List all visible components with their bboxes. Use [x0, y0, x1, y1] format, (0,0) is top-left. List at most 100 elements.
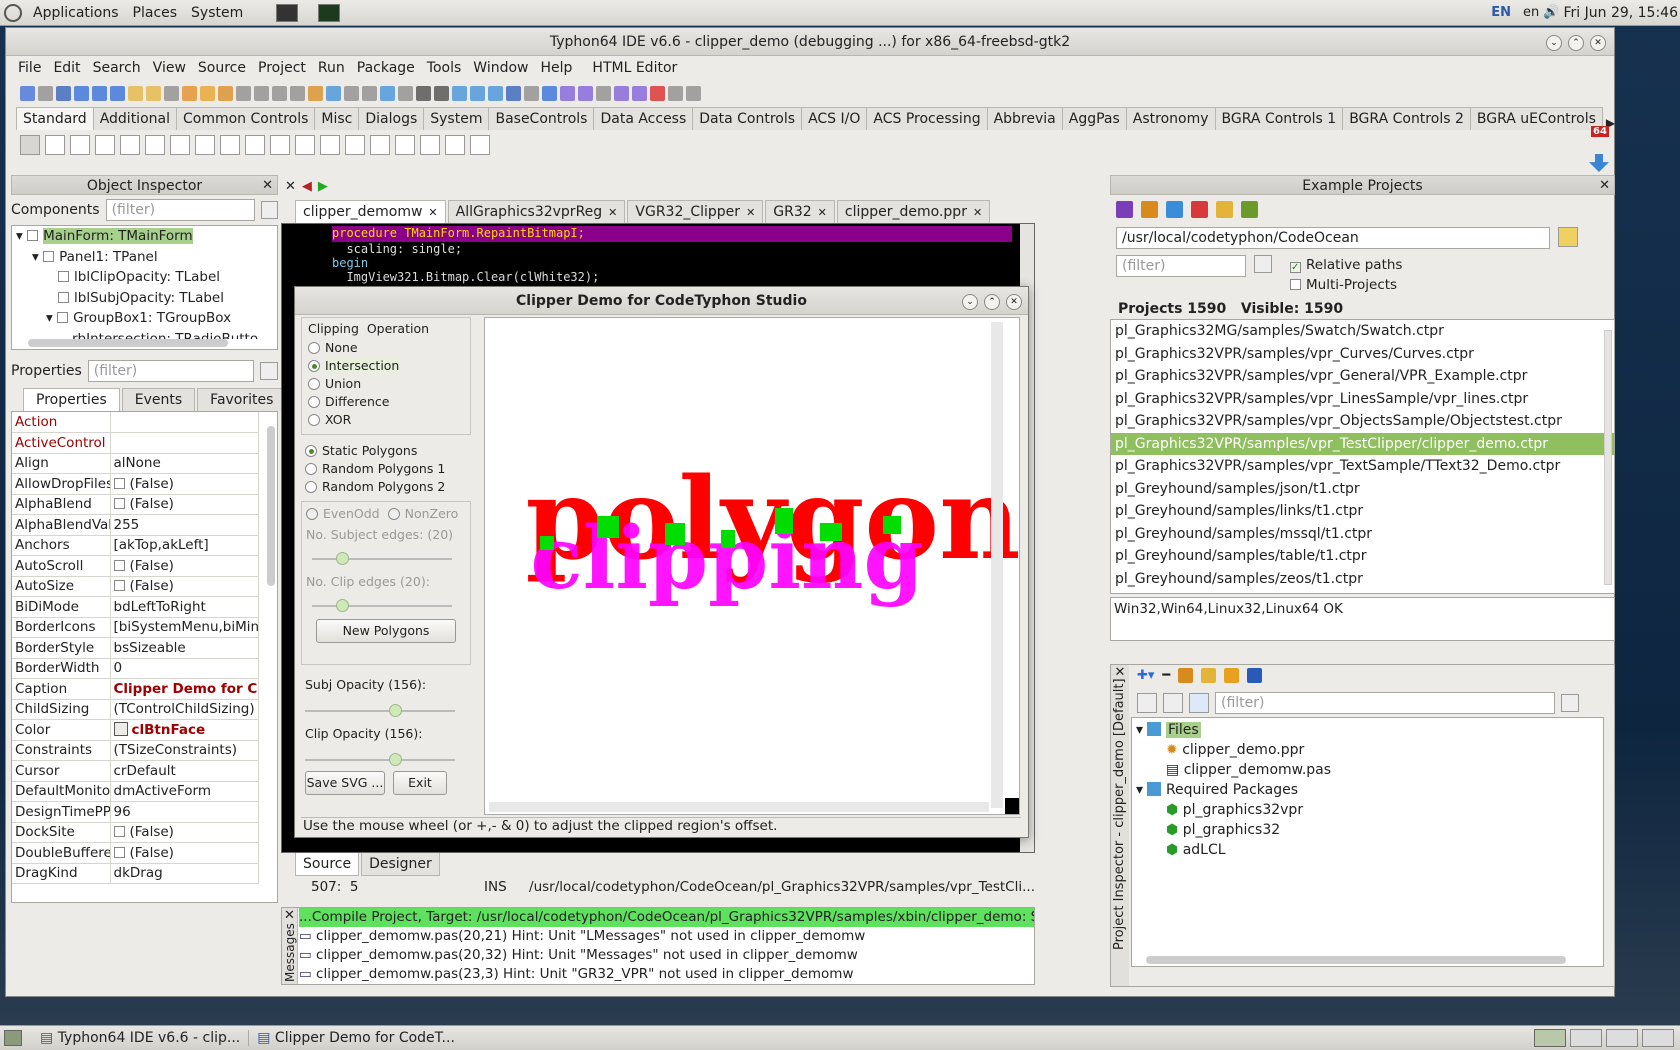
menu-package[interactable]: Package	[351, 60, 421, 76]
property-value[interactable]: 0	[110, 658, 259, 679]
image-vscrollbar[interactable]	[991, 322, 1003, 808]
radio-union[interactable]: Union	[308, 376, 464, 394]
project-item[interactable]: pl_Greyhound/samples/links/t1.ctpr	[1111, 500, 1614, 523]
property-value[interactable]: dkDrag	[110, 863, 259, 884]
property-value[interactable]: clBtnFace	[110, 719, 259, 741]
exit-button[interactable]: Exit	[393, 771, 447, 795]
show-desktop-icon[interactable]	[4, 1030, 22, 1046]
tab-close-icon[interactable]: ✕	[608, 206, 617, 219]
keyboard-layout[interactable]: EN	[1491, 5, 1511, 20]
property-value[interactable]: [biSystemMenu,biMini	[110, 617, 259, 638]
oi-close-icon[interactable]: ✕	[262, 176, 273, 196]
workspace-1[interactable]	[1534, 1029, 1566, 1047]
property-row[interactable]: Anchors [akTop,akLeft]	[12, 535, 259, 556]
tab-favorites[interactable]: Favorites	[197, 388, 287, 411]
package-icon[interactable]	[128, 85, 143, 101]
property-value[interactable]	[110, 432, 259, 454]
stop-debug-icon[interactable]	[632, 85, 647, 101]
property-checkbox[interactable]: (False)	[113, 578, 174, 594]
property-row[interactable]: DoubleBuffere (False)	[12, 842, 259, 864]
subj-opacity-slider[interactable]	[305, 704, 455, 717]
component-toggle-box-icon[interactable]	[195, 135, 215, 155]
property-checkbox[interactable]: (False)	[113, 496, 174, 512]
component-main-menu-icon[interactable]	[45, 135, 65, 155]
workspace-4[interactable]	[1642, 1029, 1674, 1047]
components-filter[interactable]: (filter)	[105, 199, 255, 221]
new-polygons-button[interactable]: New Polygons	[316, 619, 456, 643]
workspace-2[interactable]	[1570, 1029, 1602, 1047]
component-memo-icon[interactable]	[170, 135, 190, 155]
menu-run[interactable]: Run	[312, 60, 351, 76]
message-hint[interactable]: ▭ clipper_demomw.pas(20,21) Hint: Unit "…	[299, 927, 1034, 946]
copy-icon[interactable]	[1166, 201, 1183, 218]
multi-projects-checkbox[interactable]: Multi-Projects	[1290, 275, 1402, 295]
pi-filter[interactable]: (filter)	[1215, 692, 1555, 714]
taskbar-item-demo[interactable]: ▤ Clipper Demo for CodeT...	[249, 1030, 463, 1046]
jump-forward-icon[interactable]: ▶	[318, 179, 328, 194]
node-package[interactable]: ⬢ pl_graphics32	[1136, 820, 1599, 840]
property-row[interactable]: BiDiMode bdLeftToRight	[12, 596, 259, 618]
property-value[interactable]: (TSizeConstraints)	[110, 740, 259, 761]
open-icon[interactable]	[1141, 201, 1158, 218]
find-next-icon[interactable]	[92, 85, 107, 101]
filter-clear-icon[interactable]	[1254, 255, 1272, 273]
property-value[interactable]: [akTop,akLeft]	[110, 535, 259, 556]
property-row[interactable]: DefaultMonito dmActiveForm	[12, 781, 259, 802]
tab-close-icon[interactable]: ✕	[818, 206, 827, 219]
property-row[interactable]: ActiveControl	[12, 432, 259, 454]
compile-icon[interactable]	[182, 85, 197, 101]
menu-system[interactable]: System	[184, 5, 250, 21]
menu-source[interactable]: Source	[192, 60, 252, 76]
examples-filter[interactable]: (filter)	[1116, 255, 1246, 277]
pause-icon[interactable]	[614, 85, 629, 101]
message-hint[interactable]: ▭ clipper_demomw.pas(23,3) Hint: Unit "G…	[299, 965, 1034, 984]
project-item[interactable]: pl_Graphics32MG/samples/Swatch/Swatch.ct…	[1111, 320, 1614, 343]
component-scroll-bar-icon[interactable]	[320, 135, 340, 155]
minimize-button[interactable]: ⌄	[962, 294, 978, 310]
menu-html-editor[interactable]: HTML Editor	[586, 60, 683, 76]
property-value[interactable]: (False)	[110, 494, 259, 515]
more-icon[interactable]	[596, 85, 611, 101]
minimize-button[interactable]: ⌄	[1546, 35, 1562, 51]
close-icon[interactable]	[272, 85, 287, 101]
component-label-icon[interactable]	[120, 135, 140, 155]
palette-tab-basecontrols[interactable]: BaseControls	[488, 107, 595, 130]
component-check-box-icon[interactable]	[220, 135, 240, 155]
property-row[interactable]: Action	[12, 412, 259, 433]
gnome-foot-icon[interactable]	[4, 3, 22, 22]
sort-icon[interactable]	[1163, 693, 1183, 713]
property-row[interactable]: BorderIcons [biSystemMenu,biMini	[12, 617, 259, 638]
breakpoint-icon[interactable]	[452, 85, 467, 101]
menu-applications[interactable]: Applications	[26, 5, 126, 21]
palette-tab-common-controls[interactable]: Common Controls	[175, 107, 316, 130]
clock[interactable]: Fri Jun 29, 15:46	[1563, 5, 1678, 21]
editor-tab[interactable]: AllGraphics32vprReg ✕	[447, 200, 626, 223]
tree-hscrollbar[interactable]	[28, 339, 228, 347]
property-row[interactable]: AlphaBlend (False)	[12, 494, 259, 515]
project-item[interactable]: pl_Graphics32VPR/samples/vpr_General/VPR…	[1111, 365, 1614, 388]
project-item[interactable]: pl_Greyhound/samples/zeos/t1.ctpr	[1111, 568, 1614, 591]
property-row[interactable]: AlphaBlendVal 255	[12, 514, 259, 536]
jump-back-icon[interactable]: ◀	[302, 179, 312, 194]
palette-tab-data-controls[interactable]: Data Controls	[692, 107, 803, 130]
remove-icon[interactable]: ━	[1162, 668, 1170, 686]
property-row[interactable]: Align alNone	[12, 453, 259, 474]
menu-project[interactable]: Project	[252, 60, 312, 76]
editor-close-icon[interactable]: ✕	[285, 179, 296, 194]
tree-node-panel1[interactable]: ▾ Panel1: TPanel	[12, 247, 277, 268]
view-forms-icon[interactable]	[362, 85, 377, 101]
radio-nonzero[interactable]: NonZero	[387, 506, 458, 521]
property-row[interactable]: Color clBtnFace	[12, 719, 259, 741]
project-item[interactable]: pl_Graphics32VPR/samples/vpr_ObjectsSamp…	[1111, 410, 1614, 433]
property-value[interactable]: (False)	[110, 473, 259, 495]
filter-clear-icon[interactable]	[1561, 694, 1579, 712]
property-row[interactable]: DockSite (False)	[12, 822, 259, 843]
radio-intersection[interactable]: Intersection	[308, 358, 464, 376]
property-row[interactable]: Cursor crDefault	[12, 760, 259, 782]
property-value[interactable]: (False)	[110, 555, 259, 577]
close-button[interactable]: ✕	[1006, 294, 1022, 310]
add-icon[interactable]: ✚▾	[1137, 668, 1154, 686]
palette-tab-data-access[interactable]: Data Access	[593, 107, 694, 130]
node-file[interactable]: ▤ clipper_demomw.pas	[1136, 760, 1599, 780]
open-icon[interactable]	[38, 85, 53, 101]
